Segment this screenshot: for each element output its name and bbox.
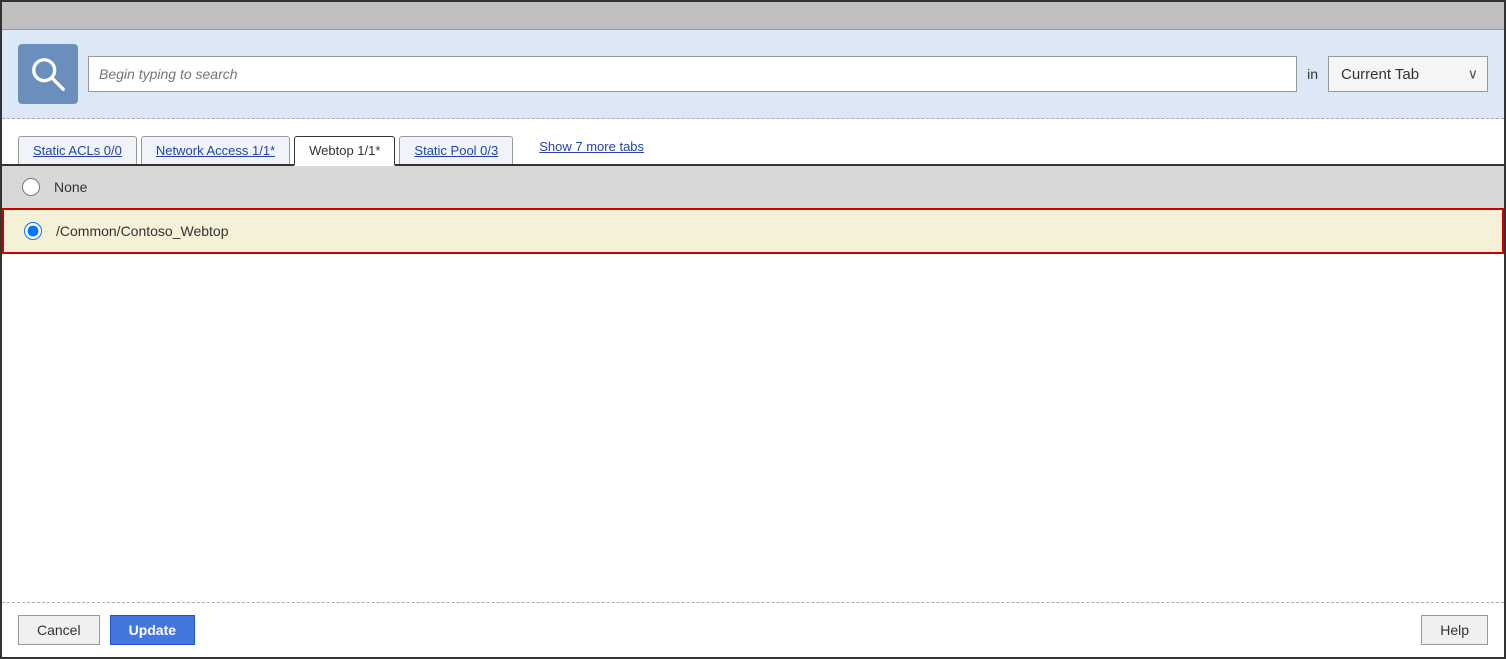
radio-none-label: None — [54, 179, 87, 195]
radio-none[interactable] — [22, 178, 40, 196]
search-area: in Current Tab All Tabs — [2, 30, 1504, 119]
footer: Cancel Update Help — [2, 602, 1504, 657]
dialog: in Current Tab All Tabs Static ACLs 0/0 … — [0, 0, 1506, 659]
tab-network-access[interactable]: Network Access 1/1* — [141, 136, 290, 164]
radio-contoso-webtop[interactable] — [24, 222, 42, 240]
search-icon-box — [18, 44, 78, 104]
radio-option-contoso-webtop[interactable]: /Common/Contoso_Webtop — [2, 208, 1504, 254]
tab-webtop[interactable]: Webtop 1/1* — [294, 136, 395, 166]
content-area: None /Common/Contoso_Webtop — [2, 166, 1504, 602]
title-bar — [2, 2, 1504, 30]
tab-static-pool[interactable]: Static Pool 0/3 — [399, 136, 513, 164]
search-in-label: in — [1307, 66, 1318, 82]
radio-contoso-webtop-label: /Common/Contoso_Webtop — [56, 223, 229, 239]
update-button[interactable]: Update — [110, 615, 195, 645]
radio-option-none[interactable]: None — [2, 166, 1504, 208]
cancel-button[interactable]: Cancel — [18, 615, 100, 645]
search-icon — [29, 55, 67, 93]
show-more-tabs-button[interactable]: Show 7 more tabs — [525, 133, 658, 160]
help-button[interactable]: Help — [1421, 615, 1488, 645]
search-input[interactable] — [88, 56, 1297, 92]
scope-dropdown[interactable]: Current Tab All Tabs — [1328, 56, 1488, 92]
tabs-area: Static ACLs 0/0 Network Access 1/1* Webt… — [2, 119, 1504, 166]
tab-static-acls[interactable]: Static ACLs 0/0 — [18, 136, 137, 164]
scope-dropdown-wrapper[interactable]: Current Tab All Tabs — [1328, 56, 1488, 92]
